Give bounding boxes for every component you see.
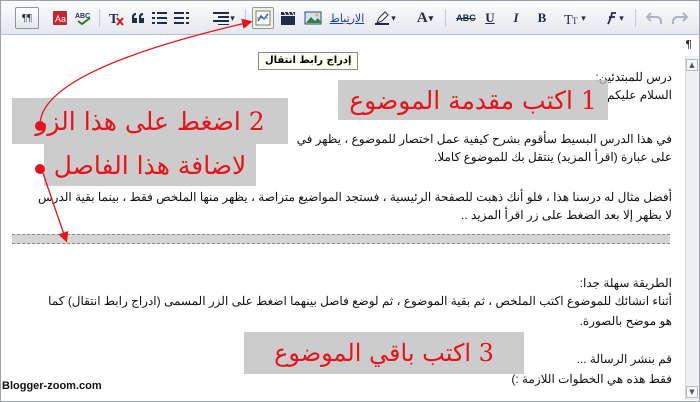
arrow-to-button (39, 18, 253, 125)
site-watermark: Blogger-zoom.com (2, 380, 102, 392)
annotation-arrows (39, 18, 253, 243)
arrow-to-divider (41, 169, 69, 243)
